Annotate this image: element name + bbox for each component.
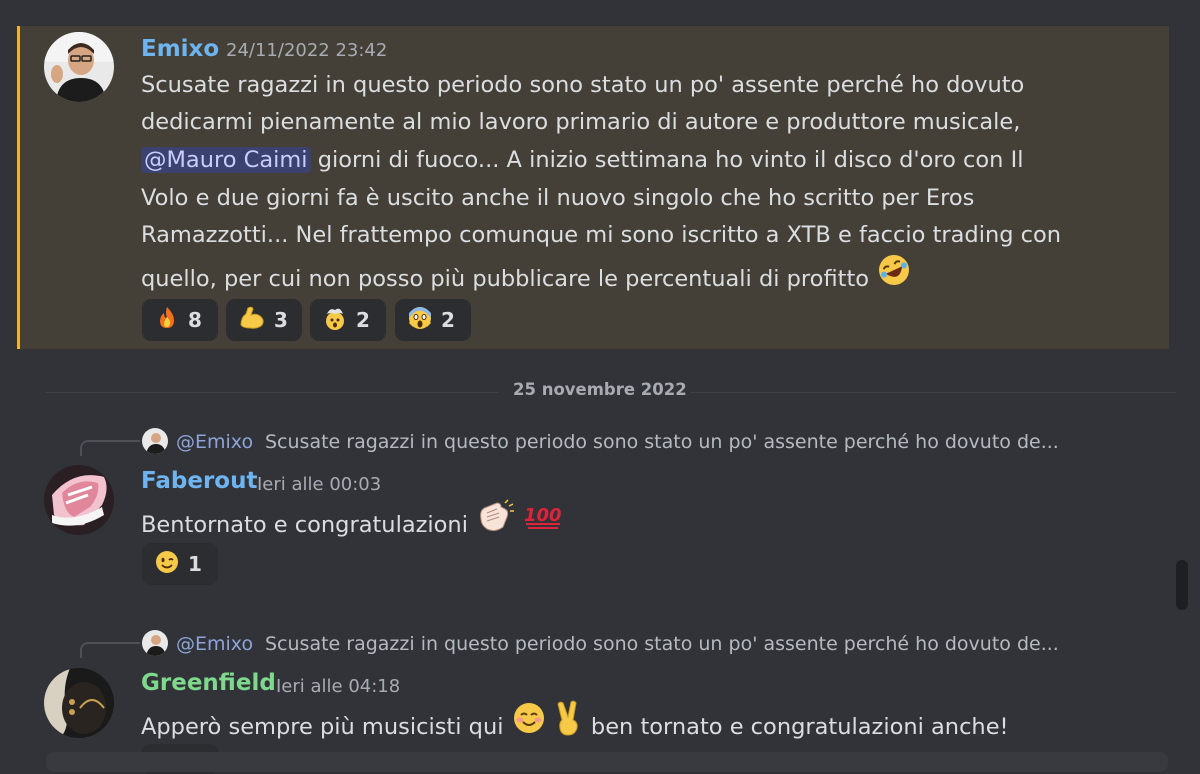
message-text: Bentornato e congratulazioni: [141, 511, 468, 538]
message-line: quello, per cui non posso più pubblicare…: [141, 265, 870, 292]
chat-top-strip: [0, 0, 1200, 26]
avatar-faberout[interactable]: [44, 465, 114, 535]
message-text: ben tornato e congratulazioni anche!: [590, 713, 1009, 740]
avatar-emixo[interactable]: [44, 32, 114, 102]
screaming-face-icon: [407, 305, 433, 335]
reply-spine: [80, 440, 140, 456]
message-line: Volo e due giorni fa è uscito anche il n…: [141, 185, 975, 211]
reaction-count: 1: [188, 552, 202, 576]
message-content: Bentornato e congratulazioni 100: [141, 499, 566, 549]
message-text: Apperò sempre più musicisti qui: [141, 713, 504, 740]
fire-icon: [154, 305, 180, 335]
scrollbar-thumb[interactable]: [1176, 560, 1188, 610]
reply-avatar[interactable]: [142, 428, 168, 454]
svg-text:100: 100: [524, 505, 562, 526]
reply-author[interactable]: @Emixo: [176, 633, 253, 655]
avatar-greenfield[interactable]: [44, 668, 114, 738]
hundred-points-icon: 100: [522, 501, 566, 544]
message-line: giorni di fuoco... A inizio settimana ho…: [317, 147, 1024, 173]
message-timestamp: 24/11/2022 23:42: [226, 40, 388, 61]
user-mention[interactable]: @Mauro Caimi: [141, 147, 311, 173]
message-line: Scusate ragazzi in questo periodo sono s…: [141, 72, 1025, 98]
reaction-fire[interactable]: 8: [142, 299, 218, 341]
date-divider-line-left: [46, 392, 498, 393]
reaction-flexed-biceps[interactable]: 3: [226, 299, 302, 341]
reaction-count: 8: [188, 308, 202, 332]
reaction-exploding-head[interactable]: 2: [310, 299, 386, 341]
date-divider: 25 novembre 2022: [513, 380, 687, 399]
victory-hand-icon: [554, 700, 584, 749]
message-composer[interactable]: [46, 752, 1168, 772]
reply-avatar[interactable]: [142, 630, 168, 656]
smiling-face-icon: [511, 700, 547, 749]
message-content: Apperò sempre più musicisti qui ben torn…: [141, 700, 1009, 752]
date-divider-line-right: [690, 392, 1176, 393]
reply-author[interactable]: @Emixo: [176, 431, 253, 453]
message-author[interactable]: Faberout: [141, 468, 257, 494]
reply-spine: [80, 642, 140, 658]
message-line-with-mention: @Mauro Caimi giorni di fuoco... A inizio…: [141, 142, 1023, 180]
rolling-on-floor-laughing-icon: [876, 252, 912, 301]
reply-preview[interactable]: Scusate ragazzi in questo periodo sono s…: [265, 633, 1059, 655]
reply-preview[interactable]: Scusate ragazzi in questo periodo sono s…: [265, 431, 1059, 453]
winking-face-icon: [154, 549, 180, 579]
message-line-last: quello, per cui non posso più pubblicare…: [141, 255, 912, 304]
message-line: dedicarmi pienamente al mio lavoro prima…: [141, 109, 1021, 135]
reaction-screaming-face[interactable]: 2: [395, 299, 471, 341]
flexed-biceps-icon: [238, 305, 266, 335]
reaction-count: 3: [274, 308, 288, 332]
message-timestamp: Ieri alle 00:03: [257, 474, 382, 495]
exploding-head-icon: [322, 305, 348, 335]
message-author[interactable]: Emixo: [141, 36, 219, 62]
message-author[interactable]: Greenfield: [141, 670, 276, 696]
reaction-count: 2: [356, 308, 370, 332]
reaction-winking-face[interactable]: 1: [142, 543, 218, 585]
message-timestamp: Ieri alle 04:18: [276, 676, 401, 697]
reaction-count: 2: [441, 308, 455, 332]
message-line: Ramazzotti... Nel frattempo comunque mi …: [141, 222, 1062, 248]
clapping-hands-icon: [475, 499, 515, 546]
